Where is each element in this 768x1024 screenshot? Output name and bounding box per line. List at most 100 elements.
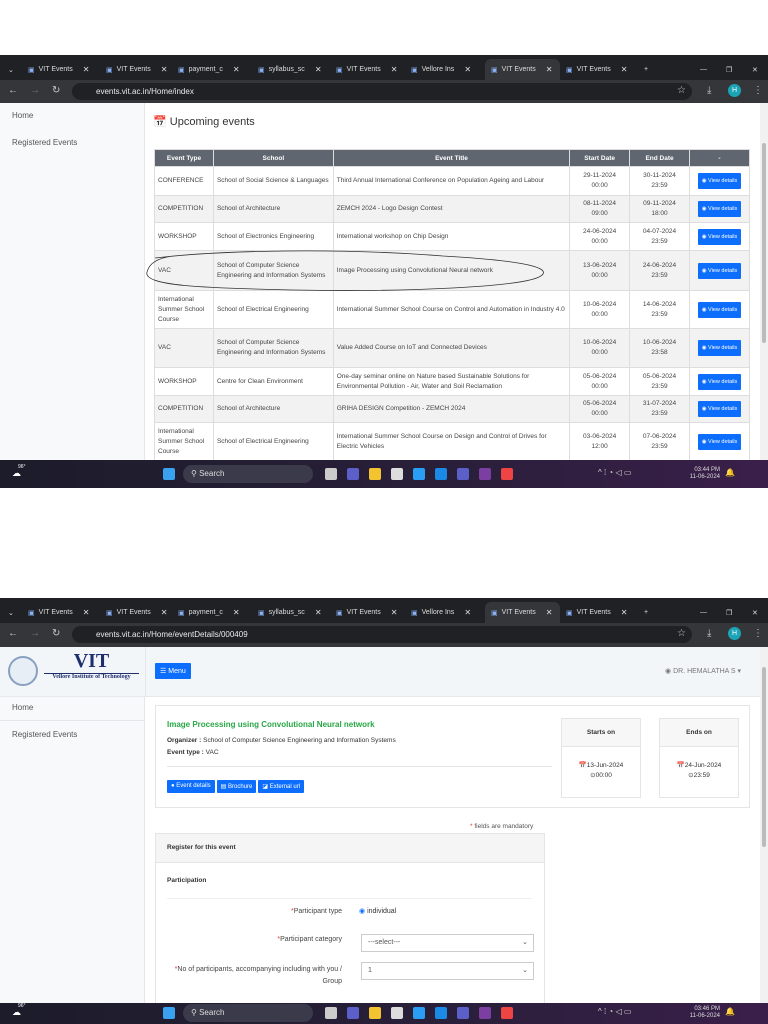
view-details-button[interactable]: ◉ View details xyxy=(697,301,742,318)
close-icon[interactable]: ✕ xyxy=(464,65,471,74)
sidebar-item-home[interactable]: Home xyxy=(12,111,33,120)
view-details-button[interactable]: ◉ View details xyxy=(697,201,742,217)
close-icon[interactable]: ✕ xyxy=(621,65,628,74)
close-icon[interactable]: ✕ xyxy=(546,608,553,617)
new-tab-button[interactable]: + xyxy=(638,59,654,80)
page-scrollbar[interactable] xyxy=(760,103,768,460)
close-icon[interactable]: ✕ xyxy=(315,65,322,74)
view-details-button[interactable]: ◉ View details xyxy=(697,433,742,450)
participant-category-select[interactable]: ---select--- ⌄ xyxy=(361,934,534,952)
taskbar-search[interactable]: ⚲ Search xyxy=(183,1004,313,1022)
taskbar-search[interactable]: ⚲ Search xyxy=(183,465,313,483)
download-icon[interactable]: ⤓ xyxy=(707,85,711,96)
forward-icon[interactable]: → xyxy=(30,85,40,96)
profile-avatar[interactable]: H xyxy=(728,627,741,640)
taskbar-app-icon[interactable] xyxy=(479,1007,491,1019)
close-icon[interactable]: ✕ xyxy=(233,608,240,617)
taskbar-app-icon[interactable] xyxy=(369,1007,381,1019)
browser-tab[interactable]: ▣ VIT Events ✕ xyxy=(560,602,632,623)
browser-tab[interactable]: ▣ Vellore Ins ✕ xyxy=(405,59,477,80)
reload-icon[interactable]: ↻ xyxy=(52,85,60,96)
view-details-button[interactable]: ◉ View details xyxy=(697,228,742,245)
browser-tab[interactable]: ▣ VIT Events ✕ xyxy=(330,59,402,80)
participant-type-radio[interactable]: ◉ individual xyxy=(359,907,396,915)
event-details-button[interactable]: ● Event details xyxy=(167,780,215,793)
browser-tab[interactable]: ▣ Vellore Ins ✕ xyxy=(405,602,477,623)
minimize-icon[interactable]: — xyxy=(694,59,713,80)
taskbar-app-icon[interactable] xyxy=(347,1007,359,1019)
restore-icon[interactable]: ❐ xyxy=(720,59,738,80)
taskbar-app-icon[interactable] xyxy=(413,1007,425,1019)
menu-button[interactable]: ☰ Menu xyxy=(155,663,191,679)
forward-icon[interactable]: → xyxy=(30,628,40,639)
browser-tab[interactable]: ▣ payment_c ✕ xyxy=(172,59,244,80)
bookmark-star-icon[interactable]: ☆ xyxy=(677,628,686,639)
close-window-icon[interactable]: ✕ xyxy=(746,59,764,80)
close-icon[interactable]: ✕ xyxy=(83,608,90,617)
taskbar-app-icon[interactable] xyxy=(501,1007,513,1019)
close-icon[interactable]: ✕ xyxy=(161,65,168,74)
notification-bell-icon[interactable]: 🔔 xyxy=(725,468,735,477)
more-menu-icon[interactable]: ⋮ xyxy=(753,85,763,96)
browser-tab[interactable]: ▣ VIT Events ✕ xyxy=(22,602,94,623)
profile-avatar[interactable]: H xyxy=(728,84,741,97)
back-icon[interactable]: ← xyxy=(8,628,18,639)
windows-start-icon[interactable] xyxy=(163,468,175,480)
taskbar-app-icon[interactable] xyxy=(325,1007,337,1019)
view-details-button[interactable]: ◉ View details xyxy=(697,262,742,279)
user-dropdown[interactable]: ◉ DR. HEMALATHA S ▾ xyxy=(665,667,741,675)
close-icon[interactable]: ✕ xyxy=(391,65,398,74)
sidebar-item-home[interactable]: Home xyxy=(12,703,33,712)
browser-tab[interactable]: ▣ VIT Events ✕ xyxy=(560,59,632,80)
taskbar-app-icon[interactable] xyxy=(347,468,359,480)
bookmark-star-icon[interactable]: ☆ xyxy=(677,85,686,96)
more-menu-icon[interactable]: ⋮ xyxy=(753,628,763,639)
notification-bell-icon[interactable]: 🔔 xyxy=(725,1007,735,1016)
view-details-button[interactable]: ◉ View details xyxy=(697,340,742,356)
taskbar-app-icon[interactable] xyxy=(457,468,469,480)
system-tray-icons[interactable]: ^ ⁞ ◔ ◁ ▭ xyxy=(598,468,631,477)
taskbar-app-icon[interactable] xyxy=(391,1007,403,1019)
view-details-button[interactable]: ◉ View details xyxy=(697,173,742,189)
url-input[interactable]: events.vit.ac.in/Home/index xyxy=(72,83,692,100)
taskbar-app-icon[interactable] xyxy=(369,468,381,480)
browser-tab[interactable]: ▣ VIT Events ✕ xyxy=(100,59,172,80)
browser-tab[interactable]: ▣ VIT Events ✕ xyxy=(485,59,560,80)
close-icon[interactable]: ✕ xyxy=(546,65,553,74)
browser-tab[interactable]: ▣ payment_c ✕ xyxy=(172,602,244,623)
new-tab-button[interactable]: + xyxy=(638,602,654,623)
browser-tab[interactable]: ▣ VIT Events ✕ xyxy=(22,59,94,80)
sidebar-item-registered-events[interactable]: Registered Events xyxy=(12,138,77,147)
windows-start-icon[interactable] xyxy=(163,1007,175,1019)
browser-tab[interactable]: ▣ VIT Events ✕ xyxy=(330,602,402,623)
close-icon[interactable]: ✕ xyxy=(83,65,90,74)
browser-tab[interactable]: ▣ syllabus_sc ✕ xyxy=(252,602,324,623)
taskbar-app-icon[interactable] xyxy=(435,468,447,480)
close-icon[interactable]: ✕ xyxy=(233,65,240,74)
taskbar-app-icon[interactable] xyxy=(325,468,337,480)
clock[interactable]: 03:44 PM 11-06-2024 xyxy=(680,467,720,481)
close-icon[interactable]: ✕ xyxy=(464,608,471,617)
sidebar-item-registered-events[interactable]: Registered Events xyxy=(12,730,77,739)
close-icon[interactable]: ✕ xyxy=(315,608,322,617)
close-icon[interactable]: ✕ xyxy=(621,608,628,617)
browser-tab[interactable]: ▣ syllabus_sc ✕ xyxy=(252,59,324,80)
tab-search-button[interactable]: ⌄ xyxy=(2,602,20,623)
system-tray-icons[interactable]: ^ ⁞ ◔ ◁ ▭ xyxy=(598,1007,631,1016)
taskbar-app-icon[interactable] xyxy=(435,1007,447,1019)
minimize-icon[interactable]: — xyxy=(694,602,713,623)
download-icon[interactable]: ⤓ xyxy=(707,628,711,639)
close-window-icon[interactable]: ✕ xyxy=(746,602,764,623)
taskbar-app-icon[interactable] xyxy=(479,468,491,480)
external-url-button[interactable]: ◪ External url xyxy=(258,780,305,793)
tab-search-button[interactable]: ⌄ xyxy=(2,59,20,80)
url-input[interactable]: events.vit.ac.in/Home/eventDetails/00040… xyxy=(72,626,692,643)
taskbar-app-icon[interactable] xyxy=(413,468,425,480)
taskbar-app-icon[interactable] xyxy=(501,468,513,480)
taskbar-app-icon[interactable] xyxy=(391,468,403,480)
participants-count-select[interactable]: 1 ⌄ xyxy=(361,962,534,980)
back-icon[interactable]: ← xyxy=(8,85,18,96)
close-icon[interactable]: ✕ xyxy=(161,608,168,617)
taskbar-app-icon[interactable] xyxy=(457,1007,469,1019)
view-details-button[interactable]: ◉ View details xyxy=(697,401,742,417)
